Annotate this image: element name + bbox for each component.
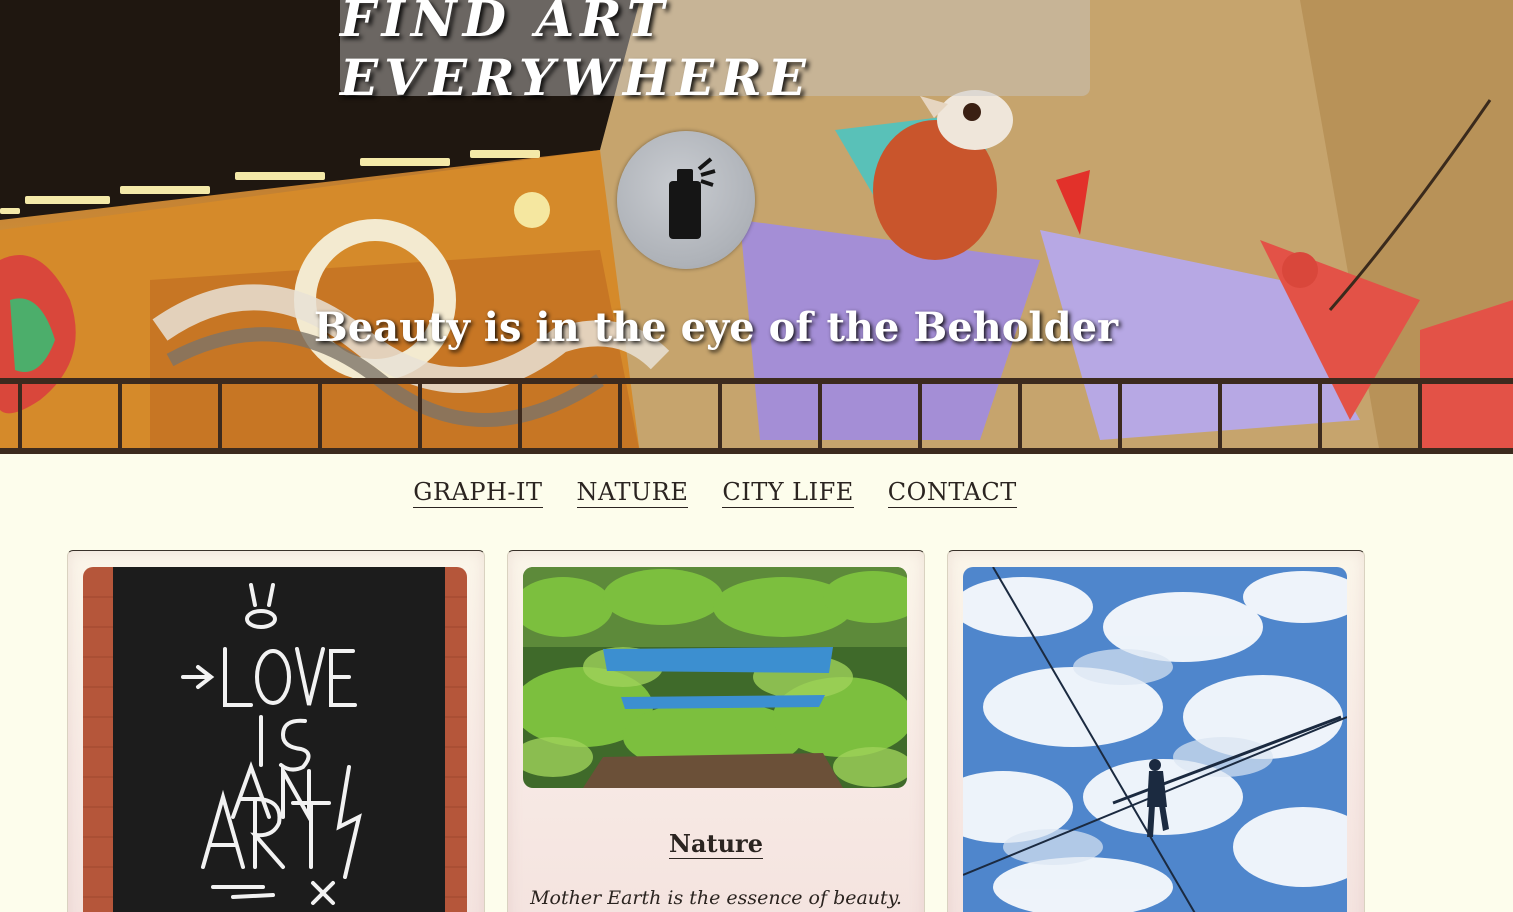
nav-item-city-life[interactable]: CITY LIFE [722, 478, 854, 508]
card-image-nature[interactable] [523, 567, 907, 788]
page: FIND ART EVERYWHERE Beauty is in the eye… [0, 0, 1513, 912]
main-nav: GRAPH-IT NATURE CITY LIFE CONTACT [0, 478, 1430, 508]
hero-banner: FIND ART EVERYWHERE Beauty is in the eye… [0, 0, 1513, 454]
title-box: FIND ART EVERYWHERE [340, 0, 1090, 107]
site-logo[interactable] [617, 131, 755, 269]
blue-bench-image [523, 567, 907, 788]
site-title: FIND ART EVERYWHERE [340, 0, 812, 107]
nav-item-nature[interactable]: NATURE [576, 478, 689, 508]
card-image-city-life[interactable] [963, 567, 1347, 912]
card-text-nature: Mother Earth is the essence of beauty. [530, 887, 902, 909]
tightrope-walker-image [963, 567, 1347, 912]
tagline: Beauty is in the eye of the Beholder [313, 304, 1119, 351]
card-city-life[interactable] [947, 550, 1365, 912]
spray-can-icon [669, 157, 716, 239]
nav-item-contact[interactable]: CONTACT [887, 478, 1017, 508]
card-nature[interactable]: Nature Mother Earth is the essence of be… [507, 550, 925, 912]
card-image-graffiti[interactable] [83, 567, 467, 912]
card-graph-it[interactable] [67, 550, 485, 912]
love-is-an-art-image [83, 567, 467, 912]
nav-item-graph-it[interactable]: GRAPH-IT [413, 478, 543, 508]
card-title-nature: Nature [669, 829, 763, 859]
